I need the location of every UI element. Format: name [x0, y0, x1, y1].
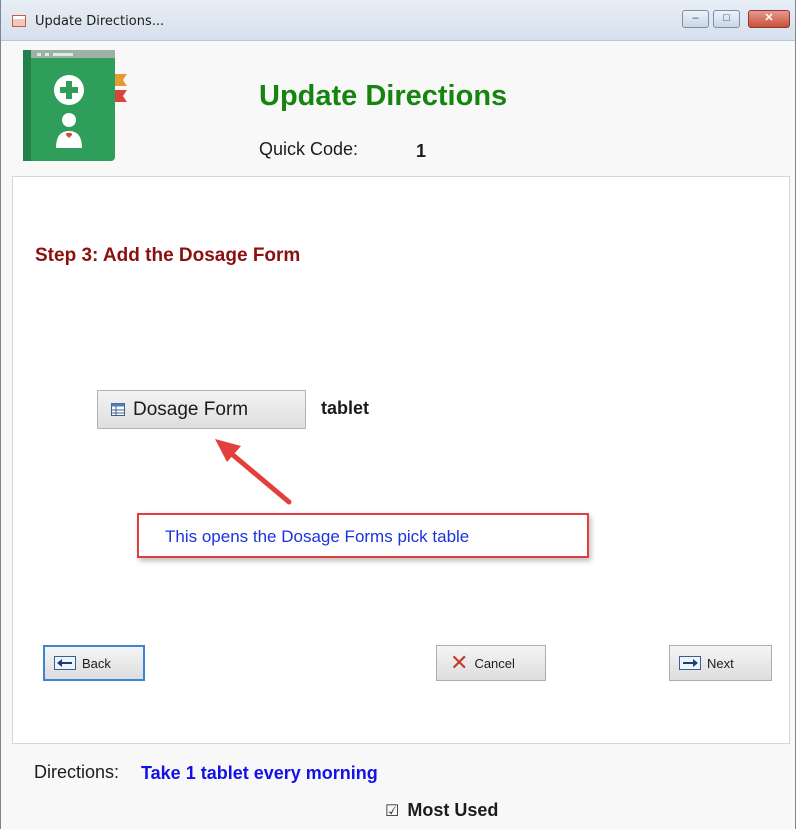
cancel-button-label: Cancel — [474, 655, 515, 671]
next-button-label: Next — [707, 655, 734, 671]
next-button[interactable]: Next — [669, 645, 772, 681]
dosage-form-button[interactable]: Dosage Form — [97, 390, 306, 429]
window-title: Update Directions... — [35, 14, 165, 29]
most-used-checkbox[interactable]: ☑ Most Used — [385, 800, 498, 821]
dosage-form-value: tablet — [321, 398, 370, 418]
dosage-form-button-label: Dosage Form — [133, 398, 249, 420]
table-icon — [111, 403, 125, 416]
maximize-button[interactable]: □ — [713, 10, 740, 28]
callout-text: This opens the Dosage Forms pick table — [165, 527, 470, 546]
back-arrow-icon — [54, 656, 76, 670]
update-directions-window: Update Directions... – □ ✕ Update Direct… — [0, 0, 796, 829]
next-arrow-icon — [679, 656, 701, 670]
callout-box: This opens the Dosage Forms pick table — [137, 513, 589, 558]
checkbox-checked-icon[interactable]: ☑ — [385, 801, 399, 821]
back-button[interactable]: Back — [43, 645, 145, 681]
directions-label: Directions: — [34, 762, 120, 782]
step-title: Step 3: Add the Dosage Form — [35, 245, 301, 266]
callout-arrow — [215, 439, 292, 505]
medical-book-icon — [23, 50, 127, 161]
page-heading: Update Directions — [259, 80, 508, 112]
cancel-x-icon: ✕ — [450, 650, 469, 675]
close-button[interactable]: ✕ — [748, 10, 790, 28]
window-icon — [12, 15, 26, 27]
most-used-label: Most Used — [407, 800, 499, 820]
minimize-button[interactable]: – — [682, 10, 709, 28]
quick-code-value: 1 — [416, 141, 427, 161]
directions-value: Take 1 tablet every morning — [141, 763, 378, 783]
cancel-button[interactable]: ✕ Cancel — [436, 645, 546, 681]
back-button-label: Back — [82, 655, 111, 671]
quick-code-label: Quick Code: — [259, 139, 359, 159]
title-bar[interactable]: Update Directions... – □ ✕ — [1, 0, 795, 41]
